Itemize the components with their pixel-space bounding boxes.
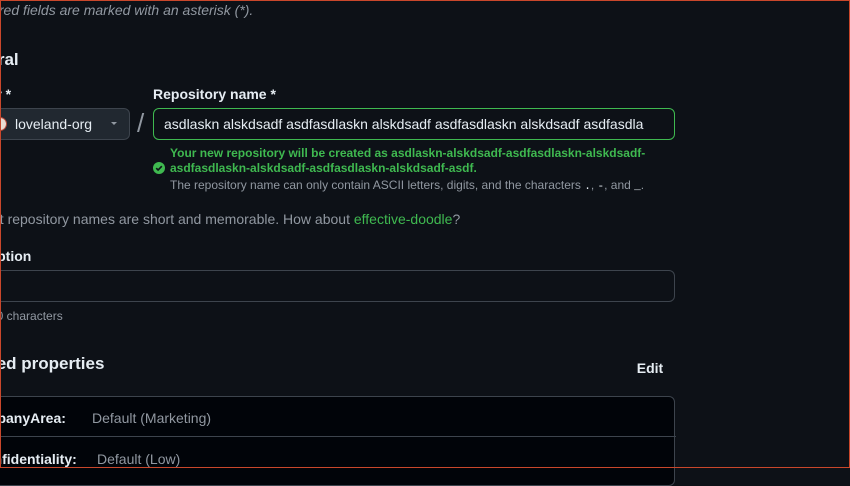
owner-repo-separator: / [137, 108, 145, 138]
property-row: onfidentiality: Default (Low) [0, 438, 676, 478]
hint-prefix: The repository name can only contain ASC… [170, 178, 585, 192]
hint-char-dot: . [584, 181, 591, 193]
description-label: cription [0, 248, 32, 264]
owner-name: loveland-org [15, 116, 93, 132]
edit-properties-button[interactable]: Edit [628, 355, 672, 381]
property-value: Default (Marketing) [92, 410, 212, 426]
name-suggestion: at repository names are short and memora… [0, 211, 460, 227]
description-char-count: 50 characters [0, 309, 63, 323]
properties-list: mpanyArea: Default (Marketing) onfidenti… [0, 396, 676, 486]
suggestion-prefix: at repository names are short and memora… [0, 211, 354, 227]
org-avatar-icon [0, 117, 7, 131]
repository-name-input[interactable] [153, 108, 675, 140]
property-row: mpanyArea: Default (Marketing) [0, 397, 676, 437]
property-key: mpanyArea: [0, 410, 66, 426]
owner-select-button[interactable]: loveland-org [0, 108, 130, 140]
hint-sep-1: , [590, 178, 598, 192]
triangle-down-icon [111, 122, 117, 125]
required-fields-note: uired fields are marked with an asterisk… [0, 2, 254, 18]
suggested-name-link[interactable]: effective-doodle [354, 211, 453, 227]
description-input[interactable] [0, 270, 675, 302]
repository-name-hint: The repository name can only contain ASC… [170, 178, 644, 193]
owner-label: ner * [0, 86, 12, 102]
repository-name-label: Repository name * [153, 86, 276, 102]
required-properties-heading: uired properties [0, 354, 105, 373]
general-section-heading: neral [0, 50, 19, 69]
hint-sep-2: , and [604, 178, 635, 192]
property-value: Default (Low) [97, 451, 181, 467]
hint-char-underscore: _ [634, 181, 641, 193]
check-circle-fill-icon [153, 162, 165, 174]
suggestion-suffix: ? [452, 211, 461, 227]
hint-suffix: . [640, 178, 645, 192]
property-key: onfidentiality: [0, 451, 77, 467]
repository-name-validation-message: Your new repository will be created as a… [170, 146, 646, 175]
